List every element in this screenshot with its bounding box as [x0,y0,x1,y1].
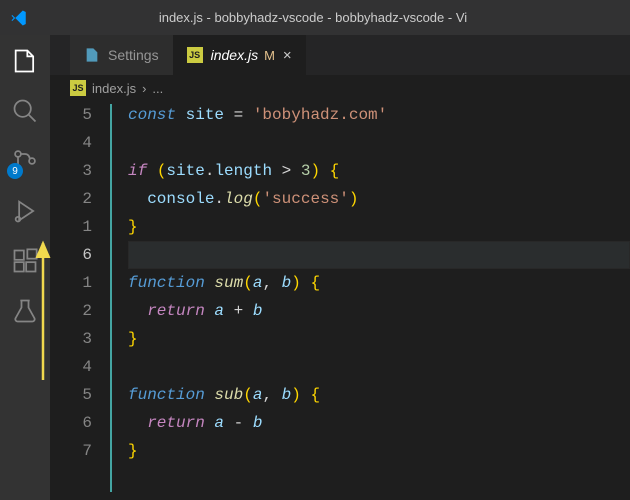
code-line: console.log('success') [128,185,630,213]
settings-file-icon [84,47,100,63]
tab-bar: Settings JS index.js M × [50,35,630,75]
code-line: function sum(a, b) { [128,269,630,297]
testing-icon[interactable] [11,297,39,325]
tab-modified-indicator: M [264,48,275,63]
breadcrumb[interactable]: JS index.js › ... [50,75,630,101]
line-number: 7 [50,437,92,465]
tab-label: index.js [211,47,258,63]
fold-guide-line [110,104,112,492]
code-line [128,129,630,157]
code-line: return a - b [128,409,630,437]
line-number: 4 [50,129,92,157]
tab-label: Settings [108,47,159,63]
tab-settings[interactable]: Settings [70,35,173,75]
fold-margin [110,101,120,500]
line-number: 6 [50,241,92,269]
code-line: function sub(a, b) { [128,381,630,409]
window-title: index.js - bobbyhadz-vscode - bobbyhadz-… [36,10,630,25]
line-number: 6 [50,409,92,437]
explorer-icon[interactable] [11,47,39,75]
tab-index-js[interactable]: JS index.js M × [173,35,306,75]
line-number: 3 [50,157,92,185]
line-number: 3 [50,325,92,353]
javascript-file-icon: JS [70,80,86,96]
scm-badge: 9 [7,163,23,179]
line-number: 1 [50,269,92,297]
source-control-icon[interactable]: 9 [11,147,39,175]
code-editor[interactable]: 5 4 3 2 1 6 1 2 3 4 5 6 7 const site = '… [50,101,630,500]
search-icon[interactable] [11,97,39,125]
line-gutter: 5 4 3 2 1 6 1 2 3 4 5 6 7 [50,101,110,500]
code-content[interactable]: const site = 'bobyhadz.com' if (site.len… [120,101,630,500]
code-line: } [128,437,630,465]
code-line [128,353,630,381]
javascript-file-icon: JS [187,47,203,63]
chevron-right-icon: › [142,81,146,96]
code-line-current [128,241,630,269]
vscode-logo-icon [10,9,28,27]
line-number: 2 [50,297,92,325]
line-number: 1 [50,213,92,241]
line-number: 2 [50,185,92,213]
line-number: 5 [50,101,92,129]
code-line: } [128,325,630,353]
code-line: return a + b [128,297,630,325]
breadcrumb-file: index.js [92,81,136,96]
line-number: 4 [50,353,92,381]
activity-bar: 9 [0,35,50,500]
line-number: 5 [50,381,92,409]
breadcrumb-more: ... [152,81,163,96]
code-line: if (site.length > 3) { [128,157,630,185]
close-icon[interactable]: × [283,47,292,64]
extensions-icon[interactable] [11,247,39,275]
run-debug-icon[interactable] [11,197,39,225]
code-line: const site = 'bobyhadz.com' [128,101,630,129]
code-line: } [128,213,630,241]
title-bar: index.js - bobbyhadz-vscode - bobbyhadz-… [0,0,630,35]
editor-area: Settings JS index.js M × JS index.js › .… [50,35,630,500]
